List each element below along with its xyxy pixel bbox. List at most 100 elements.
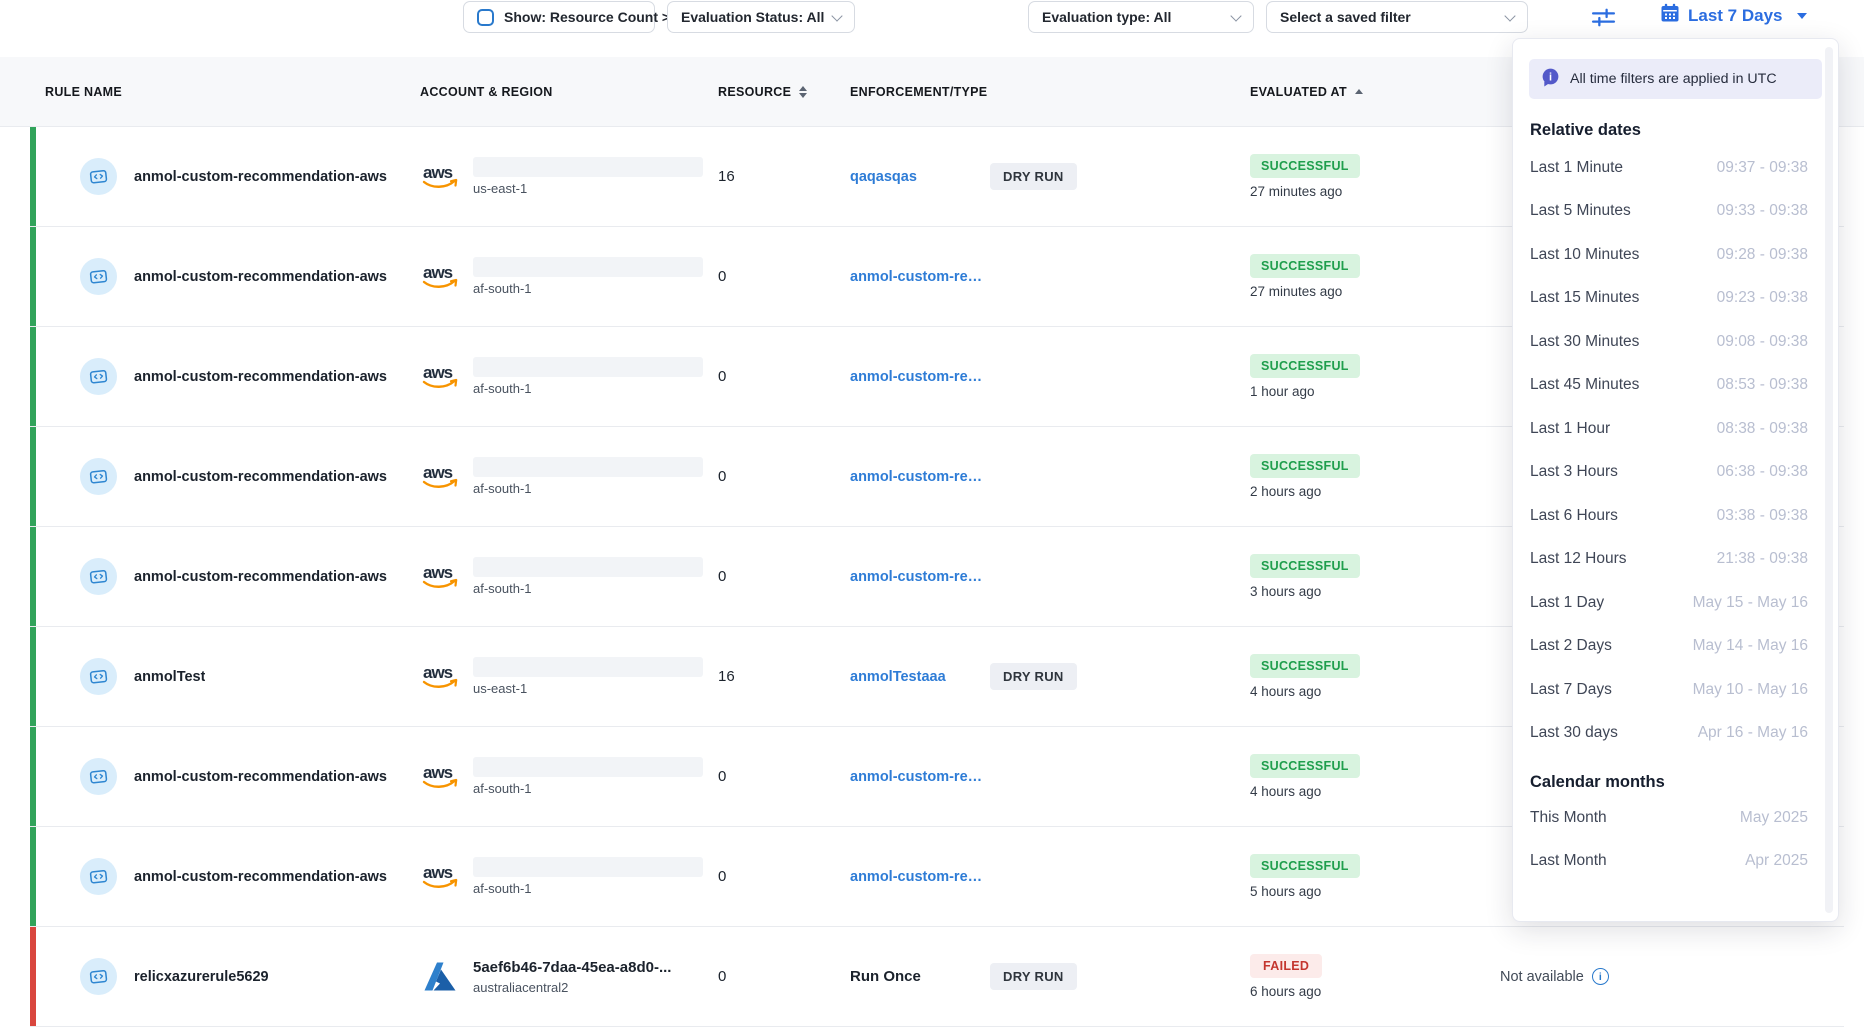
rule-icon: [80, 858, 117, 895]
date-option-label: Last 1 Minute: [1530, 159, 1623, 177]
enforcement-name[interactable]: anmol-custom-recommen...: [850, 469, 987, 485]
date-option-label: Last 7 Days: [1530, 681, 1612, 699]
date-option-this-month[interactable]: This MonthMay 2025: [1513, 796, 1838, 840]
evaluation-type-label: Evaluation type: All: [1042, 9, 1171, 25]
column-account-region: ACCOUNT & REGION: [420, 85, 718, 99]
date-option-last-1-hour[interactable]: Last 1 Hour 08:38 - 09:38: [1513, 407, 1838, 451]
evaluated-time: 27 minutes ago: [1250, 184, 1342, 199]
rule-icon: [80, 558, 117, 595]
evaluated-time: 1 hour ago: [1250, 384, 1315, 399]
date-option-last-12-hours[interactable]: Last 12 Hours21:38 - 09:38: [1513, 538, 1838, 582]
chevron-down-icon: [1504, 10, 1515, 21]
region-label: us-east-1: [473, 681, 703, 696]
evaluated-time: 4 hours ago: [1250, 784, 1321, 799]
date-option-last-7-days[interactable]: Last 7 DaysMay 10 - May 16: [1513, 668, 1838, 712]
date-range-button[interactable]: Last 7 Days: [1660, 3, 1807, 28]
enforcement-name[interactable]: anmol-custom-recommen...: [850, 869, 987, 885]
rule-name: anmol-custom-recommendation-aws: [134, 369, 387, 385]
chevron-down-icon: [831, 10, 842, 21]
date-option-last-10-minutes[interactable]: Last 10 Minutes09:28 - 09:38: [1513, 233, 1838, 277]
evaluated-time: 2 hours ago: [1250, 484, 1321, 499]
enforcement-name[interactable]: anmol-custom-recommen...: [850, 369, 987, 385]
run-type-badge: DRY RUN: [990, 663, 1077, 690]
status-badge: SUCCESSFUL: [1250, 454, 1360, 478]
rule-name: anmolTest: [134, 669, 205, 685]
region-label: af-south-1: [473, 381, 703, 396]
status-badge: FAILED: [1250, 954, 1322, 978]
resource-count: 0: [718, 227, 850, 326]
calendar-months-list: This MonthMay 2025Last MonthApr 2025: [1513, 796, 1838, 883]
sliders-icon[interactable]: [1590, 4, 1617, 36]
rule-name: relicxazurerule5629: [134, 969, 269, 985]
relative-dates-heading: Relative dates: [1530, 121, 1838, 140]
evaluation-status-label: Evaluation Status: All: [681, 9, 824, 25]
panel-scrollbar[interactable]: [1825, 47, 1833, 913]
aws-logo-icon: aws: [420, 762, 460, 792]
evaluated-time: 4 hours ago: [1250, 684, 1321, 699]
date-option-last-30-minutes[interactable]: Last 30 Minutes09:08 - 09:38: [1513, 320, 1838, 364]
status-badge: SUCCESSFUL: [1250, 854, 1360, 878]
date-option-last-5-minutes[interactable]: Last 5 Minutes09:33 - 09:38: [1513, 190, 1838, 234]
aws-logo-icon: aws: [420, 362, 460, 392]
enforcement-name[interactable]: anmolTestaaa: [850, 669, 987, 685]
resource-count: 0: [718, 827, 850, 926]
evaluation-status-select[interactable]: Evaluation Status: All: [667, 1, 855, 33]
show-filter-label: Show: Resource Count > 0: [504, 9, 682, 25]
column-resource[interactable]: RESOURCE: [718, 85, 850, 99]
info-icon[interactable]: i: [1592, 968, 1609, 985]
rule-icon: [80, 358, 117, 395]
account-id-redacted: [473, 657, 703, 677]
date-option-last-1-day[interactable]: Last 1 DayMay 15 - May 16: [1513, 581, 1838, 625]
date-option-last-30-days[interactable]: Last 30 daysApr 16 - May 16: [1513, 712, 1838, 756]
enforcement-name[interactable]: anmol-custom-recommen...: [850, 569, 987, 585]
date-option-label: Last 30 Minutes: [1530, 333, 1639, 351]
rule-name: anmol-custom-recommendation-aws: [134, 269, 387, 285]
enforcement-name[interactable]: anmol-custom-recommen...: [850, 769, 987, 785]
date-option-last-45-minutes[interactable]: Last 45 Minutes08:53 - 09:38: [1513, 364, 1838, 408]
region-label: af-south-1: [473, 881, 703, 896]
date-option-last-6-hours[interactable]: Last 6 Hours03:38 - 09:38: [1513, 494, 1838, 538]
resource-count: 0: [718, 527, 850, 626]
date-option-last-month[interactable]: Last MonthApr 2025: [1513, 840, 1838, 884]
region-label: af-south-1: [473, 581, 703, 596]
date-option-label: Last 5 Minutes: [1530, 202, 1631, 220]
date-option-range: 09:23 - 09:38: [1717, 289, 1808, 307]
column-evaluated-at[interactable]: EVALUATED AT: [1250, 85, 1500, 99]
evaluated-time: 27 minutes ago: [1250, 284, 1342, 299]
availability-text: Not available: [1500, 969, 1584, 985]
sort-asc-icon[interactable]: [1355, 89, 1363, 94]
status-badge: SUCCESSFUL: [1250, 554, 1360, 578]
date-range-panel: i All time filters are applied in UTC Re…: [1512, 38, 1839, 922]
date-option-last-3-hours[interactable]: Last 3 Hours06:38 - 09:38: [1513, 451, 1838, 495]
date-option-last-2-days[interactable]: Last 2 DaysMay 14 - May 16: [1513, 625, 1838, 669]
info-bubble-icon: i: [1541, 68, 1560, 91]
rule-icon: [80, 658, 117, 695]
svg-text:aws: aws: [423, 663, 453, 682]
region-label: us-east-1: [473, 181, 703, 196]
date-option-range: Apr 2025: [1745, 852, 1808, 870]
date-option-range: 08:38 - 09:38: [1717, 420, 1808, 438]
table-row[interactable]: relicxazurerule56295aef6b46-7daa-45ea-a8…: [30, 927, 1844, 1027]
enforcement-name: Run Once: [850, 968, 987, 985]
date-range-label: Last 7 Days: [1688, 6, 1783, 26]
evaluation-type-select[interactable]: Evaluation type: All: [1028, 1, 1254, 33]
rule-icon: [80, 458, 117, 495]
show-resource-count-filter[interactable]: Show: Resource Count > 0: [463, 1, 655, 33]
caret-down-icon: [1797, 13, 1807, 19]
sort-icon[interactable]: [799, 86, 807, 98]
account-id-redacted: [473, 857, 703, 877]
date-option-last-1-minute[interactable]: Last 1 Minute09:37 - 09:38: [1513, 146, 1838, 190]
saved-filter-select[interactable]: Select a saved filter: [1266, 1, 1528, 33]
rule-name: anmol-custom-recommendation-aws: [134, 169, 387, 185]
checkbox-unchecked[interactable]: [477, 9, 494, 26]
date-option-label: Last 10 Minutes: [1530, 246, 1639, 264]
enforcement-name[interactable]: qaqasqas: [850, 169, 987, 185]
date-option-last-15-minutes[interactable]: Last 15 Minutes09:23 - 09:38: [1513, 277, 1838, 321]
enforcement-name[interactable]: anmol-custom-recommen...: [850, 269, 987, 285]
account-id-redacted: [473, 757, 703, 777]
date-option-label: Last 12 Hours: [1530, 550, 1627, 568]
svg-text:aws: aws: [423, 763, 453, 782]
status-badge: SUCCESSFUL: [1250, 354, 1360, 378]
column-rule-name: RULE NAME: [30, 85, 420, 99]
date-option-label: Last 1 Hour: [1530, 420, 1610, 438]
